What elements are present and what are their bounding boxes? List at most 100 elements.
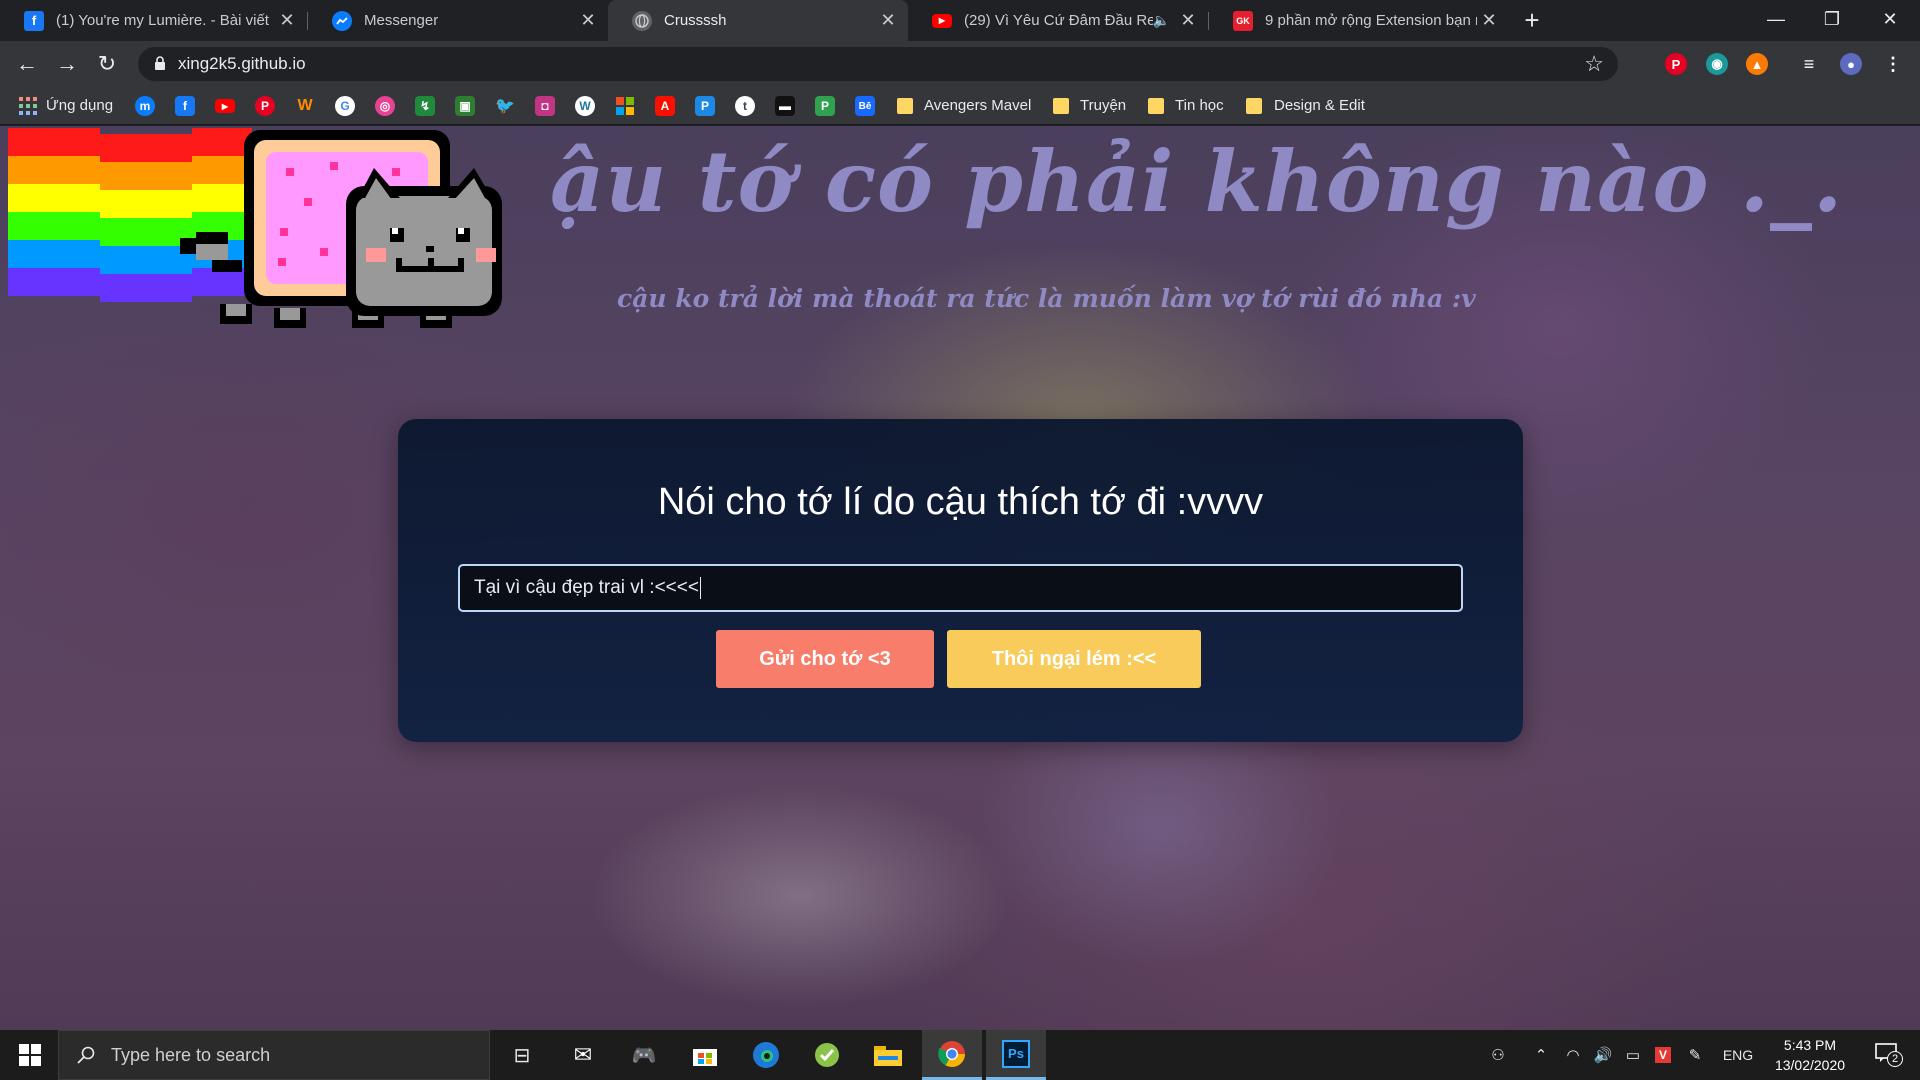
close-icon[interactable]: ✕: [876, 10, 900, 31]
media-queue-icon[interactable]: ≡: [1798, 53, 1820, 75]
tab-strip: f (1) You're my Lumière. - Bài viết ✕ Me…: [0, 0, 1920, 41]
file-explorer-icon[interactable]: [858, 1030, 918, 1080]
restore-icon[interactable]: ❐: [1804, 0, 1860, 41]
new-tab-button[interactable]: +: [1518, 6, 1546, 34]
page-headline: ậu tớ có phải không nào ._.: [550, 132, 1844, 231]
question-card: Nói cho tớ lí do cậu thích tớ đi :vvvv T…: [398, 419, 1523, 742]
tab-title: (29) Vì Yêu Cứ Đâm Đầu Rem: [964, 12, 1153, 29]
pinterest-extension-icon[interactable]: P: [1665, 53, 1687, 75]
p-bookmark-icon[interactable]: P: [695, 96, 715, 116]
globe-icon: [632, 10, 652, 31]
w-bookmark-icon[interactable]: W: [295, 96, 315, 116]
taskbar-search[interactable]: Type here to search: [58, 1030, 490, 1080]
notification-center-icon[interactable]: 2: [1866, 1030, 1906, 1080]
close-icon[interactable]: ✕: [275, 10, 299, 31]
bookmark-apps-label[interactable]: Ứng dụng: [46, 97, 113, 114]
notification-count: 2: [1887, 1051, 1903, 1067]
card-title: Nói cho tớ lí do cậu thích tớ đi :vvvv: [657, 481, 1264, 523]
green-app-icon[interactable]: [797, 1030, 857, 1080]
twitter-bookmark-icon[interactable]: 🐦: [495, 96, 515, 116]
youtube-bookmark-icon[interactable]: ▶: [215, 99, 235, 113]
page-subline: cậu ko trả lời mà thoát ra tức là muốn l…: [617, 284, 1476, 313]
facebook-bookmark-icon[interactable]: f: [175, 96, 195, 116]
search-icon: [77, 1046, 95, 1064]
menu-icon[interactable]: ⋮: [1882, 53, 1904, 75]
close-icon[interactable]: ✕: [576, 10, 600, 31]
reload-icon[interactable]: ↻: [92, 49, 122, 79]
tab-title: Crussssh: [664, 12, 727, 29]
nyan-cat-image: [8, 128, 502, 328]
people-icon[interactable]: ⚇: [1480, 1030, 1516, 1080]
mail-icon[interactable]: ✉: [553, 1030, 613, 1080]
dribbble-bookmark-icon[interactable]: ◎: [375, 96, 395, 116]
back-icon[interactable]: ←: [12, 49, 42, 79]
clock[interactable]: 5:43 PM 13/02/2020: [1760, 1035, 1860, 1075]
browser-toolbar: ← → ↻ xing2k5.github.io ☆ P ◉ ▲ ≡ ● ⋮: [0, 41, 1920, 87]
minimize-icon[interactable]: —: [1748, 0, 1804, 41]
rainbow-trail: [8, 128, 252, 302]
windows-logo-icon: [19, 1044, 41, 1066]
folder-icon: [897, 98, 913, 114]
pinterest-bookmark-icon[interactable]: P: [255, 96, 275, 116]
address-bar[interactable]: xing2k5.github.io ☆: [138, 47, 1618, 81]
tab-messenger[interactable]: Messenger ✕: [308, 0, 608, 41]
photo-bookmark-icon[interactable]: ▣: [455, 96, 475, 116]
store-icon[interactable]: [675, 1030, 735, 1080]
language-indicator[interactable]: ENG: [1718, 1030, 1758, 1080]
url-text: xing2k5.github.io: [178, 54, 306, 73]
fire-extension-icon[interactable]: ▲: [1746, 53, 1768, 75]
genk-icon: GK: [1233, 10, 1253, 31]
close-icon[interactable]: ✕: [1176, 10, 1200, 31]
speaker-icon[interactable]: 🔈: [1153, 12, 1170, 29]
volume-icon[interactable]: 🔊: [1588, 1030, 1618, 1080]
edge-icon[interactable]: [736, 1030, 796, 1080]
bookmark-folder[interactable]: Design & Edit: [1274, 97, 1365, 114]
wifi-icon[interactable]: ◠: [1558, 1030, 1588, 1080]
folder-icon: [1148, 98, 1164, 114]
tumblr-bookmark-icon[interactable]: t: [735, 96, 755, 116]
pen-icon[interactable]: ✎: [1680, 1030, 1710, 1080]
bookmark-folder[interactable]: Tin học: [1175, 97, 1224, 114]
show-hidden-icons-chevron-icon[interactable]: ⌃: [1526, 1030, 1556, 1080]
send-button[interactable]: Gửi cho tớ <3: [716, 630, 934, 688]
forward-icon[interactable]: →: [52, 49, 82, 79]
behance-bookmark-icon[interactable]: Bē: [855, 96, 875, 116]
tab-facebook[interactable]: f (1) You're my Lumière. - Bài viết ✕: [0, 0, 307, 41]
battery-icon[interactable]: ▭: [1618, 1030, 1648, 1080]
clock-date: 13/02/2020: [1774, 1057, 1846, 1073]
vietkey-icon[interactable]: V: [1648, 1030, 1678, 1080]
tab-genk[interactable]: GK 9 phần mở rộng Extension bạn n ✕: [1209, 0, 1509, 41]
instagram-bookmark-icon[interactable]: ◘: [535, 96, 555, 116]
bookmark-folder[interactable]: Truyện: [1080, 97, 1126, 114]
bookmark-star-icon[interactable]: ☆: [1584, 51, 1604, 77]
bookmark-folder[interactable]: Avengers Mavel: [924, 97, 1031, 114]
unsplash-bookmark-icon[interactable]: ▬: [775, 96, 795, 116]
game-bar-icon[interactable]: 🎮: [614, 1030, 674, 1080]
cancel-button[interactable]: Thôi ngại lém :<<: [947, 630, 1201, 688]
adobe-bookmark-icon[interactable]: A: [655, 96, 675, 116]
tab-title: 9 phần mở rộng Extension bạn n: [1265, 12, 1477, 29]
tab-youtube[interactable]: ▶ (29) Vì Yêu Cứ Đâm Đầu Rem 🔈 ✕: [908, 0, 1208, 41]
folder-icon: [1053, 98, 1069, 114]
photoshop-icon[interactable]: Ps: [986, 1030, 1046, 1080]
windows-start-button[interactable]: [0, 1030, 58, 1080]
messenger-bookmark-icon[interactable]: m: [135, 96, 155, 116]
lock-icon: [155, 56, 165, 70]
task-view-icon[interactable]: ⊟: [492, 1030, 552, 1080]
wordpress-bookmark-icon[interactable]: W: [575, 96, 595, 116]
green-bookmark-icon[interactable]: ↯: [415, 96, 435, 116]
freepik-bookmark-icon[interactable]: P: [815, 96, 835, 116]
close-icon[interactable]: ✕: [1477, 10, 1501, 31]
tab-crussssh[interactable]: Crussssh ✕: [608, 0, 908, 41]
google-bookmark-icon[interactable]: G: [335, 96, 355, 116]
profile-avatar[interactable]: ●: [1840, 53, 1862, 75]
folder-icon: [1246, 98, 1262, 114]
close-window-icon[interactable]: ✕: [1862, 0, 1918, 41]
tab-title: (1) You're my Lumière. - Bài viết: [56, 12, 269, 29]
chrome-icon[interactable]: [922, 1030, 982, 1080]
microsoft-bookmark-icon[interactable]: [615, 96, 635, 116]
reason-input[interactable]: Tại vì cậu đẹp trai vl :<<<<: [458, 564, 1463, 612]
page-content: ậu tớ có phải không nào ._. cậu ko trả l…: [0, 126, 1920, 1030]
extension-icon[interactable]: ◉: [1706, 53, 1728, 75]
apps-grid-icon[interactable]: [18, 96, 38, 116]
